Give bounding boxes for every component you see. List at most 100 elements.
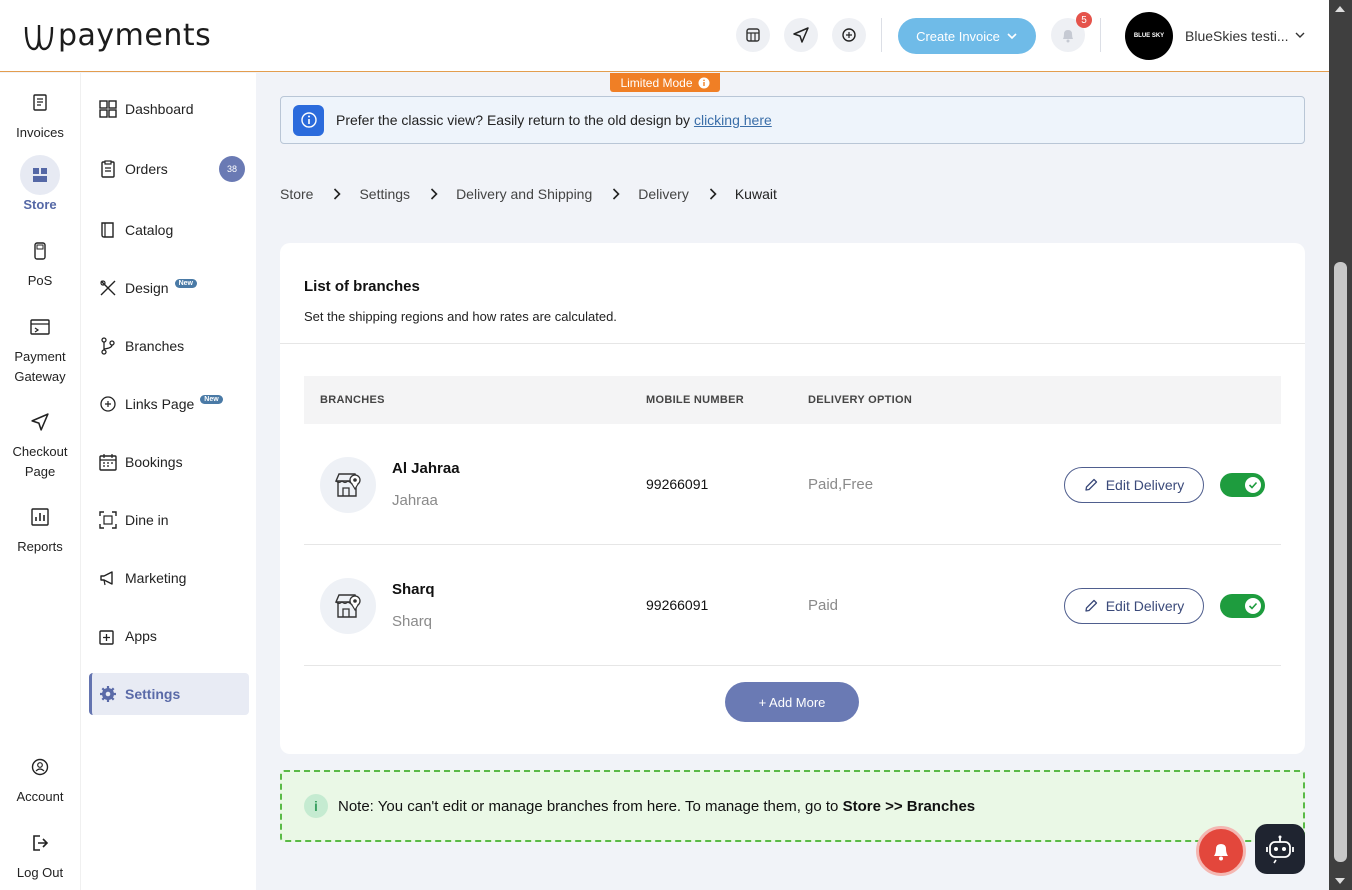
secondary-sidenav: Dashboard Orders 38 Catalog Design New B… bbox=[80, 73, 256, 890]
rail-label: Store bbox=[23, 197, 57, 212]
rail-item-pos[interactable]: PoS bbox=[0, 231, 80, 291]
scroll-up-icon[interactable] bbox=[1335, 6, 1345, 12]
branch-mobile: 99266091 bbox=[646, 597, 709, 613]
pencil-icon bbox=[1085, 478, 1097, 491]
sidenav-item-branches[interactable]: Branches bbox=[89, 325, 249, 367]
sidenav-item-catalog[interactable]: Catalog bbox=[89, 209, 249, 251]
logo-mark-icon bbox=[24, 24, 54, 50]
sidenav-label: Bookings bbox=[125, 454, 183, 470]
note-text: Note: You can't edit or manage branches … bbox=[338, 798, 975, 815]
table-header: BRANCHES MOBILE NUMBER DELIVERY OPTION bbox=[304, 376, 1281, 424]
rail-item-payment-gateway[interactable]: Payment Gateway bbox=[0, 307, 80, 387]
rail-label: PoS bbox=[27, 273, 53, 288]
edit-delivery-button[interactable]: Edit Delivery bbox=[1064, 467, 1204, 503]
branch-delivery-option: Paid,Free bbox=[808, 476, 874, 493]
avatar[interactable]: BLUE SKY bbox=[1125, 12, 1173, 60]
create-invoice-button[interactable]: Create Invoice bbox=[898, 18, 1036, 54]
scroll-thumb[interactable] bbox=[1334, 262, 1347, 862]
sidenav-label: Dashboard bbox=[125, 101, 194, 117]
add-more-button[interactable]: + Add More bbox=[725, 682, 859, 722]
sidenav-item-marketing[interactable]: Marketing bbox=[89, 557, 249, 599]
logo[interactable]: payments bbox=[22, 18, 211, 53]
sidenav-item-settings[interactable]: Settings bbox=[89, 673, 249, 715]
link-icon[interactable] bbox=[832, 18, 866, 52]
rail-label: Reports bbox=[17, 539, 63, 554]
branches-card: List of branches Set the shipping region… bbox=[280, 243, 1305, 754]
info-icon bbox=[293, 104, 324, 136]
robot-icon bbox=[1266, 835, 1294, 864]
bell-icon bbox=[1214, 844, 1228, 861]
rail-item-store[interactable]: Store bbox=[0, 155, 80, 215]
rail-label: Log Out bbox=[16, 865, 64, 880]
scroll-down-icon[interactable] bbox=[1335, 878, 1345, 884]
branch-area: Sharq bbox=[392, 613, 433, 630]
rail-item-checkout-page[interactable]: Checkout Page bbox=[0, 402, 80, 482]
sidenav-label: Marketing bbox=[125, 570, 187, 586]
sidenav-item-dashboard[interactable]: Dashboard bbox=[89, 88, 249, 130]
table-row: Sharq Sharq 99266091 Paid Edit Delivery bbox=[304, 545, 1281, 666]
column-header-delivery-option: DELIVERY OPTION bbox=[808, 394, 913, 406]
branch-delivery-option: Paid bbox=[808, 597, 839, 614]
edit-delivery-button[interactable]: Edit Delivery bbox=[1064, 588, 1204, 624]
store-grid-icon[interactable] bbox=[736, 18, 770, 52]
breadcrumb-kuwait: Kuwait bbox=[734, 186, 777, 202]
sidenav-item-bookings[interactable]: Bookings bbox=[89, 441, 249, 483]
breadcrumb-delivery-shipping[interactable]: Delivery and Shipping bbox=[456, 186, 592, 202]
account-name[interactable]: BlueSkies testi... bbox=[1185, 28, 1289, 44]
pencil-icon bbox=[1085, 599, 1097, 612]
scan-icon bbox=[99, 511, 117, 529]
note-banner: i Note: You can't edit or manage branche… bbox=[280, 770, 1305, 842]
limited-mode-badge[interactable]: Limited Mode bbox=[610, 73, 720, 92]
card-subtitle: Set the shipping regions and how rates a… bbox=[304, 309, 617, 324]
chevron-right-icon bbox=[612, 188, 620, 200]
edit-delivery-label: Edit Delivery bbox=[1105, 477, 1185, 493]
account-icon bbox=[20, 747, 60, 787]
notification-count-badge: 5 bbox=[1076, 12, 1092, 28]
rail-item-reports[interactable]: Reports bbox=[0, 497, 80, 557]
link-icon bbox=[100, 396, 116, 412]
rail-item-logout[interactable]: Log Out bbox=[0, 823, 80, 883]
sidenav-item-orders[interactable]: Orders 38 bbox=[89, 148, 249, 190]
breadcrumb-store[interactable]: Store bbox=[280, 186, 313, 202]
classic-view-link[interactable]: clicking here bbox=[694, 112, 772, 128]
create-invoice-label: Create Invoice bbox=[916, 28, 1000, 44]
sidenav-item-dine-in[interactable]: Dine in bbox=[89, 499, 249, 541]
branch-mobile: 99266091 bbox=[646, 476, 709, 492]
rail-label: Invoices bbox=[16, 125, 64, 140]
sidenav-label: Settings bbox=[125, 686, 181, 702]
branch-name: Al Jahraa bbox=[392, 460, 460, 477]
edit-delivery-label: Edit Delivery bbox=[1105, 598, 1185, 614]
book-icon bbox=[101, 222, 114, 238]
sidenav-item-apps[interactable]: Apps bbox=[89, 615, 249, 657]
alert-bell-button[interactable] bbox=[1196, 826, 1246, 876]
sidenav-item-design[interactable]: Design New bbox=[89, 267, 249, 309]
gear-icon bbox=[100, 686, 116, 702]
column-header-mobile: MOBILE NUMBER bbox=[646, 394, 745, 406]
sidenav-item-links-page[interactable]: Links Page New bbox=[89, 383, 249, 425]
classic-view-text: Prefer the classic view? Easily return t… bbox=[336, 112, 772, 128]
rail-item-account[interactable]: Account bbox=[0, 747, 80, 807]
branch-toggle[interactable] bbox=[1220, 594, 1265, 618]
send-icon bbox=[20, 402, 60, 442]
send-icon[interactable] bbox=[784, 18, 818, 52]
limited-mode-label: Limited Mode bbox=[620, 75, 693, 90]
rail-label: Account bbox=[16, 789, 64, 804]
rail-item-invoices[interactable]: Invoices bbox=[0, 83, 80, 143]
rail-label: Payment Gateway bbox=[14, 349, 66, 384]
column-header-branches: BRANCHES bbox=[320, 394, 385, 406]
top-header: payments Create Invoice 5 BLUE SKY BlueS… bbox=[0, 0, 1329, 72]
branch-toggle[interactable] bbox=[1220, 473, 1265, 497]
sidenav-label: Design bbox=[125, 280, 169, 296]
chatbot-button[interactable] bbox=[1255, 824, 1305, 874]
breadcrumb-delivery[interactable]: Delivery bbox=[638, 186, 689, 202]
scrollbar[interactable] bbox=[1329, 0, 1352, 890]
branch-store-icon bbox=[320, 578, 376, 634]
branch-icon bbox=[101, 337, 115, 355]
design-icon bbox=[100, 280, 116, 296]
breadcrumb-settings[interactable]: Settings bbox=[359, 186, 410, 202]
sidenav-label: Links Page bbox=[125, 396, 195, 412]
megaphone-icon bbox=[100, 571, 113, 586]
chevron-right-icon bbox=[709, 188, 717, 200]
table-row: Al Jahraa Jahraa 99266091 Paid,Free Edit… bbox=[304, 424, 1281, 545]
calendar-icon bbox=[99, 454, 117, 471]
